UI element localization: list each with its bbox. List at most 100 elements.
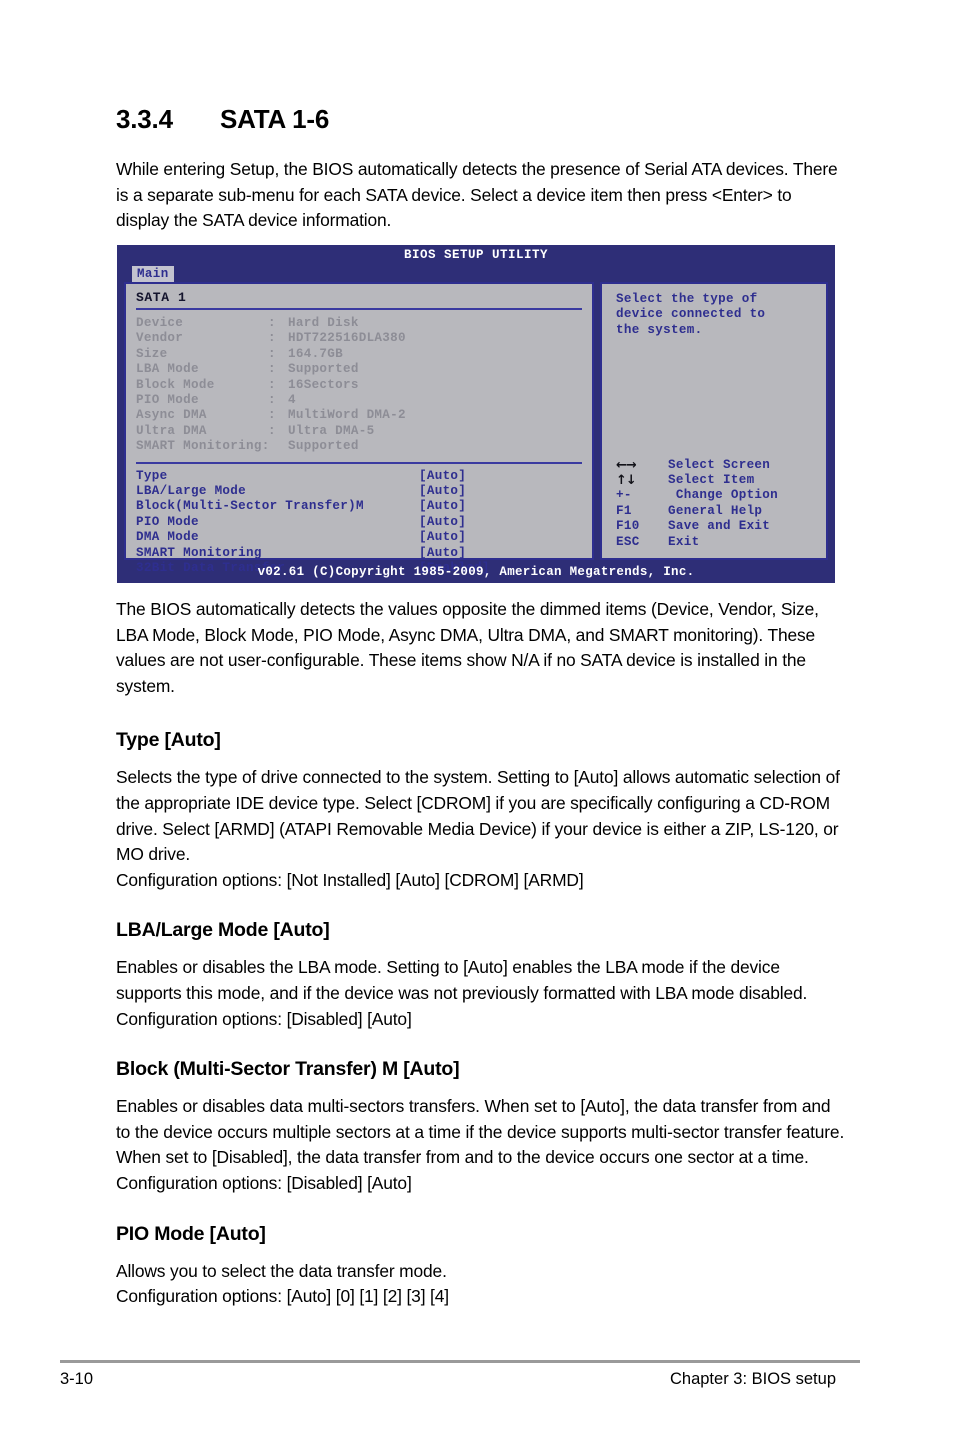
legend-row-select-screen: ←→ Select Screen bbox=[616, 458, 816, 473]
bios-key-legend: ←→ Select Screen ↑↓ Select Item +- Change … bbox=[616, 458, 816, 550]
info-separator: : bbox=[268, 346, 276, 361]
info-row-vendor: Vendor: HDT722516DLA380 bbox=[136, 331, 582, 346]
option-label: Block(Multi-Sector Transfer)M bbox=[136, 499, 364, 514]
legend-label: Exit bbox=[668, 534, 700, 549]
option-row-pio-mode[interactable]: PIO Mode [Auto] bbox=[136, 515, 582, 530]
info-value: 164.7GB bbox=[288, 346, 344, 361]
legend-label: Change Option bbox=[668, 488, 779, 503]
option-value[interactable]: [Auto] bbox=[419, 515, 466, 530]
chapter-label: Chapter 3: BIOS setup bbox=[669, 1370, 836, 1388]
legend-label: Save and Exit bbox=[668, 519, 771, 534]
option-label: DMA Mode bbox=[136, 530, 199, 545]
subsection-body-type: Selects the type of drive connected to t… bbox=[116, 767, 840, 865]
info-separator: : bbox=[268, 408, 276, 423]
info-row-smart-monitoring: SMART Monitoring: Supported bbox=[136, 439, 582, 454]
legend-label: General Help bbox=[668, 503, 763, 518]
legend-row-select-item: ↑↓ Select Item bbox=[616, 473, 816, 488]
subsection-config-lba-large-mode: Configuration options: [Disabled] [Auto] bbox=[116, 1008, 412, 1029]
up-down-arrow-icon: ↑↓ bbox=[616, 472, 637, 488]
info-label: LBA Mode bbox=[136, 362, 199, 377]
option-label: PIO Mode bbox=[136, 514, 199, 529]
legend-label: Select Screen bbox=[668, 457, 771, 472]
legend-row-general-help: F1 General Help bbox=[616, 504, 816, 519]
bios-title: BIOS SETUP UTILITY bbox=[403, 248, 549, 262]
subsection-config-block-multi-sector: Configuration options: [Disabled] [Auto] bbox=[116, 1172, 412, 1193]
f10-key-icon: F10 bbox=[616, 519, 640, 534]
info-value: 4 bbox=[288, 393, 296, 408]
option-label: SMART Monitoring bbox=[136, 545, 262, 560]
page-title: 3.3.4 SATA 1-6 bbox=[116, 104, 846, 135]
bios-main-panel: SATA 1 Device: Hard Disk Vendor: HDT722516… bbox=[124, 282, 594, 575]
info-row-lba-mode: LBA Mode: Supported bbox=[136, 362, 582, 377]
subsection-heading-pio-mode: PIO Mode [Auto] bbox=[116, 1222, 266, 1245]
option-row-lba-large-mode[interactable]: LBA/Large Mode [Auto] bbox=[136, 484, 582, 499]
info-label: Block Mode bbox=[136, 377, 215, 392]
option-value[interactable]: [Auto] bbox=[419, 499, 466, 514]
info-label: Device bbox=[136, 316, 184, 330]
page-number: 3-10 bbox=[60, 1370, 94, 1388]
panel-heading-sata1: SATA 1 bbox=[136, 290, 187, 305]
section-intro-paragraph: While entering Setup, the BIOS automatic… bbox=[116, 159, 838, 231]
info-value: HDT722516DLA380 bbox=[288, 331, 406, 346]
post-figure-block: The BIOS automatically detects the value… bbox=[116, 597, 846, 1310]
info-value: Supported bbox=[288, 439, 359, 454]
subsection-config-pio-mode: Configuration options: [Auto] [0] [1] [2… bbox=[116, 1286, 449, 1307]
panel-divider-bottom bbox=[136, 461, 582, 464]
subsection-body-pio-mode: Allows you to select the data transfer m… bbox=[116, 1260, 447, 1281]
tab-main[interactable]: Main bbox=[132, 266, 174, 282]
info-separator: : bbox=[268, 423, 276, 438]
subsection-heading-lba-large-mode: LBA/Large Mode [Auto] bbox=[116, 919, 330, 942]
section-intro-block: 3.3.4 SATA 1-6 While entering Setup, the … bbox=[116, 104, 846, 234]
info-row-size: Size:164.7GB bbox=[136, 347, 582, 362]
info-value: Ultra DMA-5 bbox=[288, 423, 375, 438]
post-figure-paragraph: The BIOS automatically detects the value… bbox=[116, 599, 819, 696]
subsection-body-block-multi-sector: Enables or disables data multi-sectors t… bbox=[116, 1096, 845, 1168]
option-label: LBA/Large Mode bbox=[136, 484, 247, 499]
footer-divider bbox=[60, 1360, 860, 1363]
info-label: PIO Mode bbox=[136, 393, 199, 408]
option-value[interactable]: [Auto] bbox=[419, 546, 466, 561]
option-value[interactable]: [Auto] bbox=[419, 530, 466, 545]
f1-key-icon: F1 bbox=[616, 503, 632, 518]
bios-tab-bar: Main bbox=[118, 264, 834, 282]
help-text: Select the type of device connected to t… bbox=[616, 292, 766, 337]
info-label: Ultra DMA bbox=[136, 423, 207, 438]
option-row-dma-mode[interactable]: DMA Mode [Auto] bbox=[136, 530, 582, 545]
section-heading-text: SATA 1-6 bbox=[220, 104, 330, 134]
subsection-body-lba-large-mode: Enables or disables the LBA mode. Settin… bbox=[116, 957, 808, 1003]
info-value: 16Sectors bbox=[288, 377, 359, 392]
option-label: Type bbox=[136, 468, 168, 483]
legend-row-change-option: +- Change Option bbox=[616, 488, 816, 503]
panel-divider-top bbox=[136, 308, 582, 310]
option-row-type[interactable]: Type [Auto] bbox=[136, 469, 582, 484]
bios-help-panel: Select the type of device connected to t… bbox=[600, 282, 828, 560]
info-row-async-dma: Async DMA: MultiWord DMA-2 bbox=[136, 408, 582, 423]
option-row-block-multi-sector[interactable]: Block(Multi-Sector Transfer)M [Auto] bbox=[136, 499, 582, 514]
info-separator: : bbox=[268, 316, 276, 330]
bios-setup-figure: BIOS SETUP UTILITY Main SATA 1 Device: Ha… bbox=[117, 245, 835, 583]
info-value: Supported bbox=[288, 362, 359, 377]
subsection-heading-block-multi-sector: Block (Multi-Sector Transfer) M [Auto] bbox=[116, 1058, 460, 1081]
info-label: Vendor bbox=[136, 331, 184, 346]
info-value: Hard Disk bbox=[288, 316, 359, 330]
info-row-device: Device: Hard Disk bbox=[136, 316, 582, 331]
plus-minus-icon: +- bbox=[616, 488, 632, 503]
info-label: SMART Monitoring: bbox=[136, 439, 270, 454]
info-separator: : bbox=[268, 377, 276, 392]
option-row-smart-monitoring[interactable]: SMART Monitoring [Auto] bbox=[136, 546, 582, 561]
subsection-config-type: Configuration options: [Not Installed] [… bbox=[116, 869, 584, 890]
section-number: 3.3.4 bbox=[116, 104, 173, 134]
legend-label: Select Item bbox=[668, 472, 755, 487]
option-value[interactable]: [Auto] bbox=[419, 484, 466, 499]
bios-body: SATA 1 Device: Hard Disk Vendor: HDT722516… bbox=[124, 282, 828, 575]
info-label: Size bbox=[136, 346, 168, 361]
info-row-block-mode: Block Mode:16Sectors bbox=[136, 378, 582, 393]
esc-key-icon: ESC bbox=[616, 534, 640, 549]
info-separator: : bbox=[268, 393, 276, 408]
legend-row-save-and-exit: F10 Save and Exit bbox=[616, 519, 816, 534]
bios-options-list: Type [Auto] LBA/Large Mode [Auto] Block(Mu… bbox=[136, 469, 582, 577]
option-value[interactable]: [Auto] bbox=[419, 469, 466, 484]
info-row-ultra-dma: Ultra DMA: Ultra DMA-5 bbox=[136, 424, 582, 439]
subsection-heading-type: Type [Auto] bbox=[116, 729, 221, 752]
info-separator: : bbox=[268, 331, 276, 346]
